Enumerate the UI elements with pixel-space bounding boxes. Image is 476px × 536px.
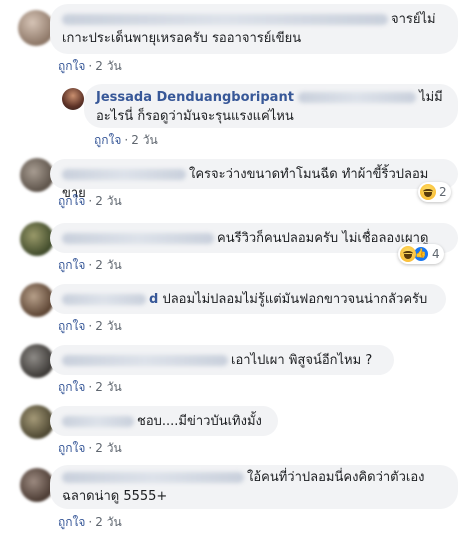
avatar[interactable] <box>20 158 54 192</box>
separator: · <box>88 194 93 208</box>
avatar[interactable] <box>20 344 54 378</box>
comment-text: เกาะประเด็นพายุเหรอครับ รออาจารย์เขียน <box>62 31 302 46</box>
comment-actions: ถูกใจ · 2 วัน <box>58 378 122 397</box>
reaction-count[interactable]: 👍 4 <box>398 244 444 264</box>
like-link[interactable]: ถูกใจ <box>58 258 85 272</box>
avatar[interactable] <box>62 88 84 110</box>
blurred-author-name[interactable] <box>62 169 186 180</box>
comment-actions: ถูกใจ · 2 วัน <box>58 192 122 211</box>
like-link[interactable]: ถูกใจ <box>94 133 121 147</box>
haha-reaction-icon <box>400 246 416 262</box>
timestamp[interactable]: 2 วัน <box>95 258 121 272</box>
comment-text: อะไรนี่ ก็รอดูว่ามันจะรุนแรงแค่ไหน <box>96 109 294 124</box>
comment-bubble: คนรีวิวก็คนปลอมครับ ไม่เชื่อลองเผาดู <box>50 223 458 253</box>
separator: · <box>88 319 93 333</box>
comment-text: ไม่มี <box>419 90 443 105</box>
avatar[interactable] <box>20 405 54 439</box>
comment-text: ชอบ....มีข่าวบันเทิงมั้ง <box>137 414 262 429</box>
author-name[interactable]: Jessada Denduangboripant <box>96 90 294 105</box>
separator: · <box>88 441 93 455</box>
timestamp[interactable]: 2 วัน <box>95 441 121 455</box>
timestamp[interactable]: 2 วัน <box>95 515 121 529</box>
comment-bubble: เอาไปเผา พิสูจน์อีกไหม ? <box>50 345 394 375</box>
comment-text: ฉลาดน่าดู 5555+ <box>62 489 168 504</box>
comment-actions: ถูกใจ · 2 วัน <box>58 57 122 76</box>
comment-bubble: ใอ้คนที่ว่าปลอมนี่คงคิดว่าตัวเอง ฉลาดน่า… <box>50 465 458 509</box>
comment-bubble: ชอบ....มีข่าวบันเทิงมั้ง <box>50 406 278 436</box>
separator: · <box>88 380 93 394</box>
comment-text: คนรีวิวก็คนปลอมครับ ไม่เชื่อลองเผาดู <box>217 231 429 246</box>
timestamp[interactable]: 2 วัน <box>95 59 121 73</box>
separator: · <box>88 515 93 529</box>
avatar[interactable] <box>18 10 54 46</box>
comment-actions: ถูกใจ · 2 วัน <box>58 439 122 458</box>
haha-reaction-icon <box>420 184 436 200</box>
blurred-author-name[interactable] <box>62 233 214 244</box>
comment-text: ใอ้คนที่ว่าปลอมนี่คงคิดว่าตัวเอง <box>247 470 425 485</box>
like-link[interactable]: ถูกใจ <box>58 380 85 394</box>
avatar[interactable] <box>20 283 54 317</box>
blurred-author-name[interactable] <box>62 355 228 366</box>
separator: · <box>88 258 93 272</box>
comment-actions: ถูกใจ · 2 วัน <box>58 256 122 275</box>
comment-actions: ถูกใจ · 2 วัน <box>94 131 158 150</box>
author-name-tail[interactable]: d <box>149 292 158 307</box>
timestamp[interactable]: 2 วัน <box>95 319 121 333</box>
comment-text: เอาไปเผา พิสูจน์อีกไหม ? <box>231 353 373 368</box>
comment-bubble: ใครจะว่างขนาดทำโมนฉีด ทำผ้าขี้ริ้วปลอมขา… <box>50 159 458 201</box>
comment-bubble: จารย์ไม่ เกาะประเด็นพายุเหรอครับ รออาจาร… <box>50 4 458 54</box>
blurred-author-name[interactable] <box>62 294 146 305</box>
comment-actions: ถูกใจ · 2 วัน <box>58 317 122 336</box>
comment-actions: ถูกใจ · 2 วัน <box>58 513 122 532</box>
comment-bubble: Jessada Denduangboripant ไม่มี อะไรนี่ ก… <box>84 84 458 128</box>
separator: · <box>124 133 129 147</box>
timestamp[interactable]: 2 วัน <box>95 194 121 208</box>
reaction-number: 2 <box>439 185 447 199</box>
comment-bubble: d ปลอมไม่ปลอมไม่รู้แต่มันฟอกขาวจนน่ากลัว… <box>50 284 446 314</box>
like-link[interactable]: ถูกใจ <box>58 515 85 529</box>
timestamp[interactable]: 2 วัน <box>95 380 121 394</box>
separator: · <box>88 59 93 73</box>
like-link[interactable]: ถูกใจ <box>58 194 85 208</box>
comment-text: ปลอมไม่ปลอมไม่รู้แต่มันฟอกขาวจนน่ากลัวคร… <box>162 292 428 307</box>
like-link[interactable]: ถูกใจ <box>58 59 85 73</box>
blurred-author-name[interactable] <box>62 14 388 25</box>
blurred-author-name[interactable] <box>62 416 134 427</box>
reaction-number: 4 <box>432 247 440 261</box>
blurred-author-name[interactable] <box>62 472 244 483</box>
comment-text: จารย์ไม่ <box>391 12 436 27</box>
reaction-count[interactable]: 2 <box>418 182 451 202</box>
timestamp[interactable]: 2 วัน <box>131 133 157 147</box>
blurred-tag[interactable] <box>298 92 417 103</box>
like-link[interactable]: ถูกใจ <box>58 319 85 333</box>
like-link[interactable]: ถูกใจ <box>58 441 85 455</box>
avatar[interactable] <box>20 222 54 256</box>
avatar[interactable] <box>20 468 54 502</box>
